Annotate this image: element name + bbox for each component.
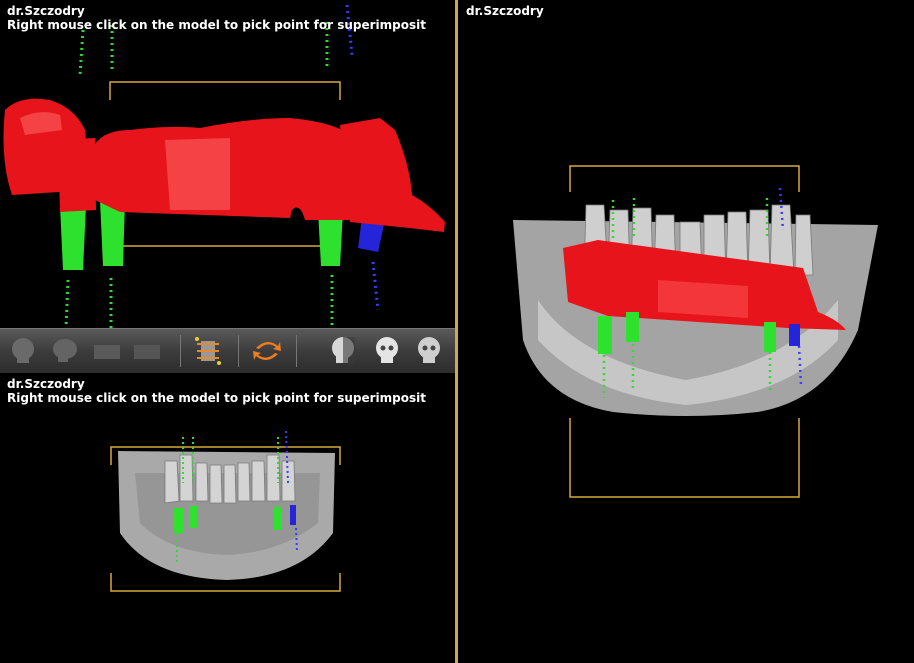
pick-point-hint: Right mouse click on the model to pick p… — [7, 391, 426, 405]
slice-stack-icon[interactable] — [191, 335, 225, 367]
texture-dim-icon[interactable] — [90, 335, 124, 367]
toolbar-divider — [180, 335, 181, 367]
viewport-bottom-left[interactable]: dr.Szczodry Right mouse click on the mod… — [0, 373, 455, 663]
skull-front-dim-icon[interactable] — [6, 335, 40, 367]
toolbar-divider — [296, 335, 297, 367]
texture-dim-2-icon[interactable] — [130, 335, 164, 367]
skull-side-dim-icon[interactable] — [48, 335, 82, 367]
rotate-arrows-icon[interactable] — [250, 335, 284, 367]
jaw-front-view[interactable] — [0, 373, 455, 663]
skull-side-icon[interactable] — [326, 335, 360, 367]
jaw-perspective-view[interactable] — [458, 0, 914, 663]
doctor-name: dr.Szczodry — [466, 4, 544, 18]
skull-front-2-icon[interactable] — [412, 335, 446, 367]
view-caption: dr.Szczodry Right mouse click on the mod… — [7, 377, 426, 405]
bridge-side-view[interactable] — [0, 0, 455, 328]
viewport-top-left[interactable]: dr.Szczodry Right mouse click on the mod… — [0, 0, 455, 328]
doctor-name: dr.Szczodry — [7, 4, 85, 18]
viewport-right[interactable]: dr.Szczodry — [458, 0, 914, 663]
view-caption: dr.Szczodry Right mouse click on the mod… — [7, 4, 426, 32]
view-toolbar — [0, 328, 455, 374]
toolbar-divider — [238, 335, 239, 367]
pick-point-hint: Right mouse click on the model to pick p… — [7, 18, 426, 32]
view-caption: dr.Szczodry — [466, 4, 544, 18]
doctor-name: dr.Szczodry — [7, 377, 85, 391]
skull-front-icon[interactable] — [370, 335, 404, 367]
